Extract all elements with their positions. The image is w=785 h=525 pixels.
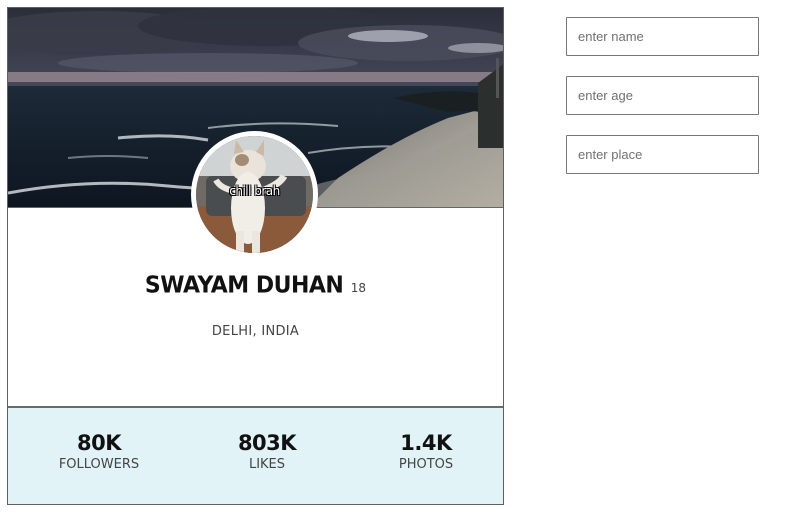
profile-location: DELHI, INDIA [211,324,300,339]
stat-followers[interactable]: 80K FOLLOWERS [39,430,159,474]
avatar-image: chill brah [196,136,313,253]
stat-photos[interactable]: 1.4K PHOTOS [366,430,486,474]
stat-label: FOLLOWERS [58,457,140,472]
stat-value: 1.4K [400,431,452,455]
stats-bar: 80K FOLLOWERS 803K LIKES 1.4K PHOTOS [8,406,503,504]
avatar-caption: chill brah [229,184,280,198]
profile-name: SWAYAM DUHAN [144,272,344,299]
stat-label: PHOTOS [398,457,454,472]
name-input[interactable] [566,17,759,56]
profile-form [566,17,759,194]
stat-likes[interactable]: 803K LIKES [207,430,327,474]
stat-value: 803K [237,431,297,455]
profile-age: 18 [350,281,367,295]
avatar[interactable]: chill brah [191,131,318,258]
stat-label: LIKES [248,457,286,472]
profile-card: chill brah SWAYAM DUHAN 18 DELHI, INDIA … [7,7,504,505]
name-row: SWAYAM DUHAN 18 [8,272,503,299]
stat-value: 80K [77,431,122,455]
place-input[interactable] [566,135,759,174]
age-input[interactable] [566,76,759,115]
